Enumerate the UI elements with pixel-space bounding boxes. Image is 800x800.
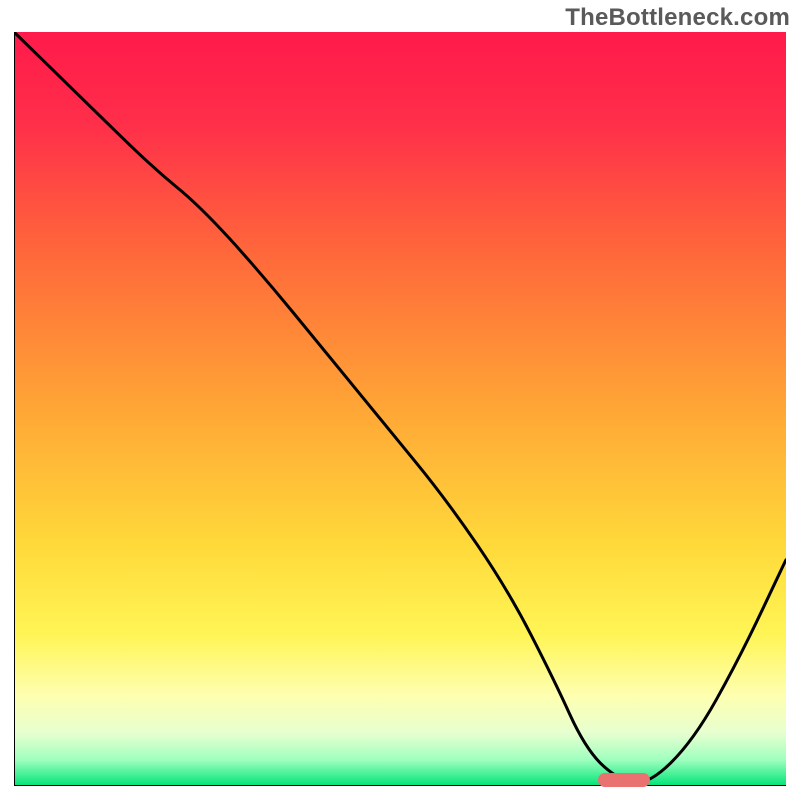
optimal-marker [598, 773, 650, 787]
plot-svg [14, 32, 786, 786]
chart-container: TheBottleneck.com [0, 0, 800, 800]
watermark-text: TheBottleneck.com [565, 4, 790, 32]
plot-area [14, 32, 786, 786]
